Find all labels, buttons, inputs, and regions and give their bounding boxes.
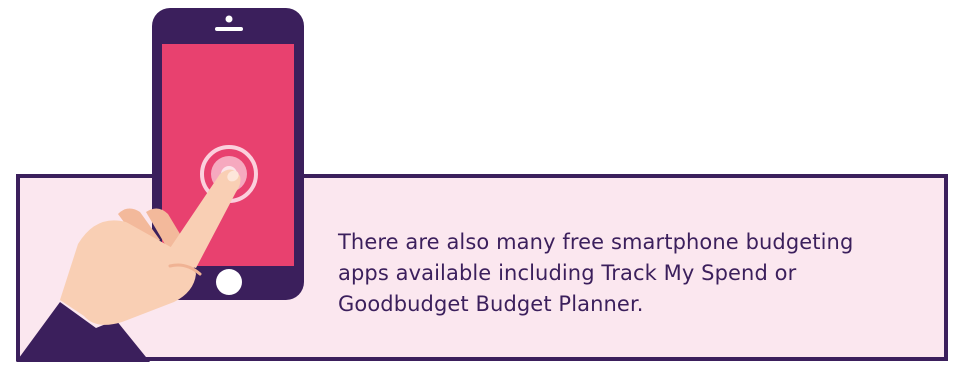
home-button[interactable] (216, 269, 242, 295)
camera-dot-icon (225, 15, 233, 23)
speaker-icon (215, 27, 243, 31)
callout-text-line-3: Goodbudget Budget Planner. (338, 292, 644, 316)
callout-text-line-1: There are also many free smartphone budg… (338, 230, 854, 254)
callout-text: There are also many free smartphone budg… (338, 227, 948, 320)
callout-text-line-2: apps available including Track My Spend … (338, 261, 797, 285)
